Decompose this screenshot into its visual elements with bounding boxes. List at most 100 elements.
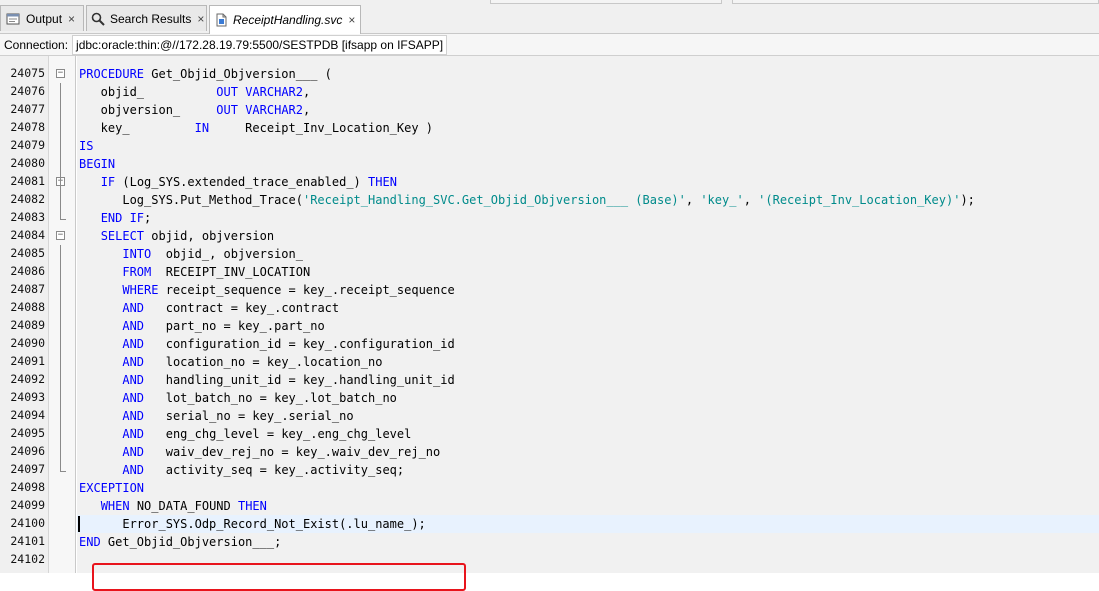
code-line[interactable]: 24101 END Get_Objid_Objversion___; bbox=[0, 533, 1099, 551]
keyword-token: AND bbox=[122, 301, 145, 315]
code-line[interactable]: 24075 − PROCEDURE Get_Objid_Objversion___ … bbox=[0, 65, 1099, 83]
code-line[interactable]: 24076 objid_ OUT VARCHAR2, bbox=[0, 83, 1099, 101]
code-token: objid_, objversion_ bbox=[151, 247, 303, 261]
output-icon bbox=[5, 11, 21, 27]
code-token: receipt_sequence = key_.receipt_sequence bbox=[158, 283, 455, 297]
keyword-token: SELECT bbox=[100, 229, 145, 243]
search-icon bbox=[91, 11, 105, 27]
code-line[interactable]: 24093 AND lot_batch_no = key_.lot_batch_… bbox=[0, 389, 1099, 407]
keyword-token: FROM bbox=[122, 265, 152, 279]
code-text: SELECT objid, objversion bbox=[79, 227, 274, 245]
line-number: 24097 bbox=[10, 462, 45, 476]
code-line[interactable]: 24084 − SELECT objid, objversion bbox=[0, 227, 1099, 245]
code-line[interactable]: 24091 AND location_no = key_.location_no bbox=[0, 353, 1099, 371]
code-line[interactable]: 24092 AND handling_unit_id = key_.handli… bbox=[0, 371, 1099, 389]
fold-guide bbox=[60, 191, 61, 213]
code-token: , bbox=[303, 85, 311, 99]
tab-receipthandling-svc[interactable]: ReceiptHandling.svc × bbox=[209, 5, 361, 34]
code-line[interactable]: 24082 Log_SYS.Put_Method_Trace('Receipt_… bbox=[0, 191, 1099, 209]
code-line[interactable]: 24098 EXCEPTION bbox=[0, 479, 1099, 497]
code-line[interactable]: 24083 END IF; bbox=[0, 209, 1099, 227]
code-line[interactable]: 24094 AND serial_no = key_.serial_no bbox=[0, 407, 1099, 425]
keyword-token: VARCHAR2 bbox=[245, 103, 303, 117]
code-token: contract = key_.contract bbox=[144, 301, 340, 315]
line-number: 24076 bbox=[10, 84, 45, 98]
code-line[interactable]: 24088 AND contract = key_.contract bbox=[0, 299, 1099, 317]
code-line[interactable]: 24087 WHERE receipt_sequence = key_.rece… bbox=[0, 281, 1099, 299]
code-line[interactable]: 24090 AND configuration_id = key_.config… bbox=[0, 335, 1099, 353]
keyword-token: THEN bbox=[368, 175, 397, 189]
code-token: lot_batch_no = key_.lot_batch_no bbox=[144, 391, 397, 405]
code-line[interactable]: 24077 objversion_ OUT VARCHAR2, bbox=[0, 101, 1099, 119]
keyword-token: AND bbox=[122, 319, 145, 333]
code-line[interactable]: 24086 FROM RECEIPT_INV_LOCATION bbox=[0, 263, 1099, 281]
keyword-token: INTO bbox=[122, 247, 152, 261]
fold-collapse-icon[interactable]: − bbox=[56, 231, 65, 240]
code-token: Get_Objid_Objversion___; bbox=[100, 535, 282, 549]
keyword-token: VARCHAR2 bbox=[245, 85, 303, 99]
code-text: IS bbox=[79, 137, 93, 155]
code-line[interactable]: 24095 AND eng_chg_level = key_.eng_chg_l… bbox=[0, 425, 1099, 443]
line-number: 24087 bbox=[10, 282, 45, 296]
code-line[interactable]: 24096 AND waiv_dev_rej_no = key_.waiv_de… bbox=[0, 443, 1099, 461]
string-token: '(Receipt_Inv_Location_Key)' bbox=[758, 193, 961, 207]
keyword-token: OUT bbox=[216, 103, 238, 117]
code-line[interactable]: 24085 INTO objid_, objversion_ bbox=[0, 245, 1099, 263]
code-token: RECEIPT_INV_LOCATION bbox=[151, 265, 311, 279]
code-token: location_no = key_.location_no bbox=[144, 355, 383, 369]
connection-select[interactable]: jdbc:oracle:thin:@//172.28.19.79:5500/SE… bbox=[72, 34, 448, 55]
line-number: 24101 bbox=[10, 534, 45, 548]
code-line[interactable]: 24078 key_ IN Receipt_Inv_Location_Key ) bbox=[0, 119, 1099, 137]
keyword-token: AND bbox=[122, 337, 145, 351]
code-text: AND part_no = key_.part_no bbox=[79, 317, 325, 335]
code-line[interactable]: 24081− IF (Log_SYS.extended_trace_enable… bbox=[0, 173, 1099, 191]
keyword-token: AND bbox=[122, 391, 145, 405]
code-token: configuration_id = key_.configuration_id bbox=[144, 337, 455, 351]
code-token: handling_unit_id = key_.handling_unit_id bbox=[144, 373, 455, 387]
keyword-token: AND bbox=[122, 373, 145, 387]
code-text: AND handling_unit_id = key_.handling_uni… bbox=[79, 371, 455, 389]
close-icon[interactable]: × bbox=[68, 12, 75, 26]
code-token: part_no = key_.part_no bbox=[144, 319, 325, 333]
code-line[interactable]: 24079 IS bbox=[0, 137, 1099, 155]
code-token: activity_seq = key_.activity_seq; bbox=[144, 463, 405, 477]
code-line[interactable]: 24080 BEGIN bbox=[0, 155, 1099, 173]
code-text: WHEN NO_DATA_FOUND THEN bbox=[79, 497, 267, 515]
tab-output-label: Output bbox=[26, 11, 63, 26]
code-token: objid, objversion bbox=[144, 229, 275, 243]
fold-collapse-icon[interactable]: − bbox=[56, 69, 65, 78]
code-line[interactable]: 24097 AND activity_seq = key_.activity_s… bbox=[0, 461, 1099, 479]
tab-output[interactable]: Output × bbox=[0, 5, 84, 31]
code-line[interactable]: 24100 Error_SYS.Odp_Record_Not_Exist(.lu… bbox=[0, 515, 1099, 533]
code-token: objversion_ bbox=[79, 103, 217, 117]
close-icon[interactable]: × bbox=[348, 13, 355, 27]
line-number: 24099 bbox=[10, 498, 45, 512]
line-number: 24093 bbox=[10, 390, 45, 404]
tab-search-results[interactable]: Search Results × bbox=[86, 5, 207, 31]
line-number: 24088 bbox=[10, 300, 45, 314]
code-line[interactable]: 24099 WHEN NO_DATA_FOUND THEN bbox=[0, 497, 1099, 515]
code-text: END IF; bbox=[79, 209, 152, 227]
keyword-token: AND bbox=[122, 463, 145, 477]
code-text: AND waiv_dev_rej_no = key_.waiv_dev_rej_… bbox=[79, 443, 440, 461]
code-token: , bbox=[303, 103, 311, 117]
code-token: ; bbox=[144, 211, 152, 225]
close-icon[interactable]: × bbox=[197, 12, 204, 26]
code-text: objid_ OUT VARCHAR2, bbox=[79, 83, 311, 101]
code-text: PROCEDURE Get_Objid_Objversion___ ( bbox=[79, 65, 332, 83]
code-line[interactable]: 24089 AND part_no = key_.part_no bbox=[0, 317, 1099, 335]
line-number: 24096 bbox=[10, 444, 45, 458]
line-number: 24100 bbox=[10, 516, 45, 530]
code-token: Log_SYS.Put_Method_Trace( bbox=[79, 193, 303, 207]
connection-bar: Connection: jdbc:oracle:thin:@//172.28.1… bbox=[0, 34, 1099, 56]
tab-search-results-label: Search Results bbox=[110, 11, 192, 26]
code-editor[interactable]: 24075 − PROCEDURE Get_Objid_Objversion___ … bbox=[0, 56, 1099, 591]
code-token: waiv_dev_rej_no = key_.waiv_dev_rej_no bbox=[144, 445, 441, 459]
